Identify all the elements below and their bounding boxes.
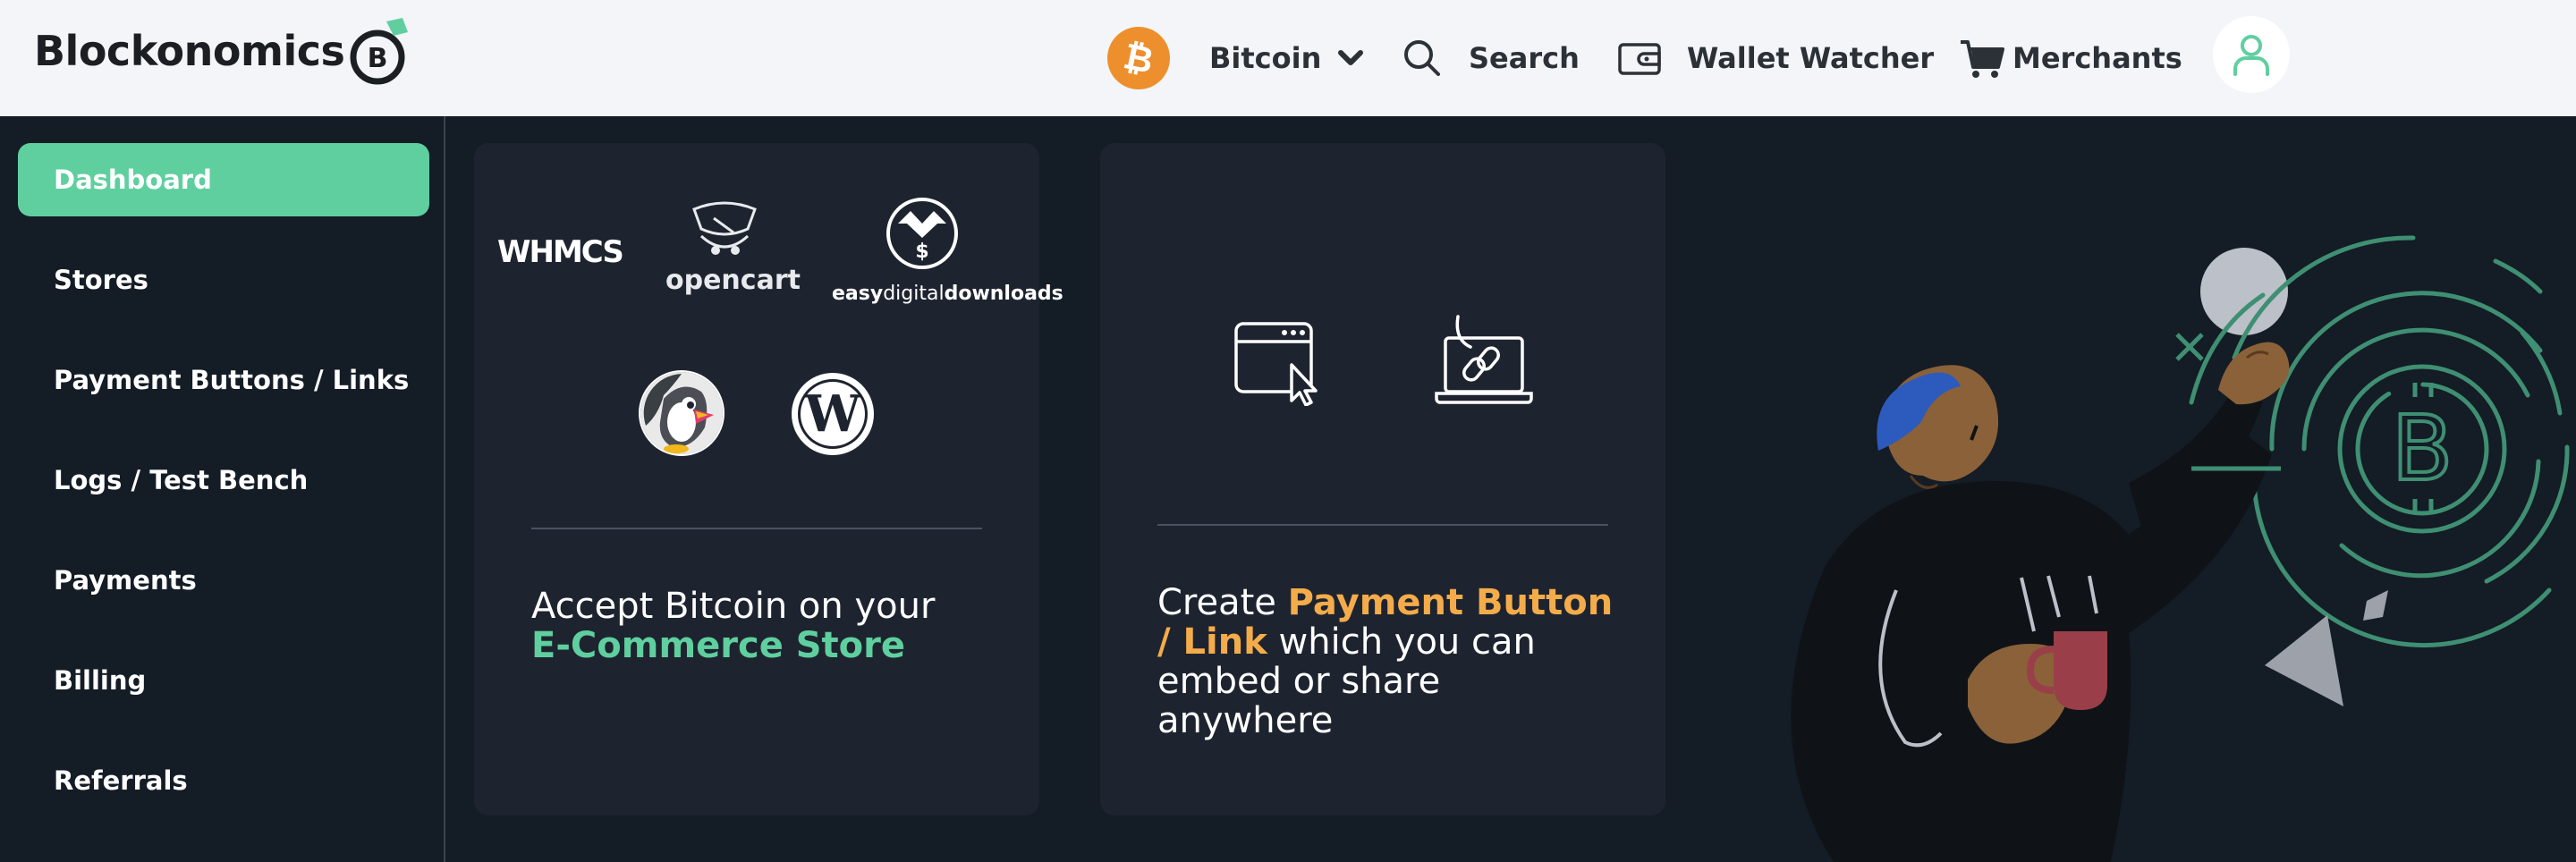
opencart-logo: opencart — [665, 265, 801, 296]
svg-text:₿: ₿ — [1121, 37, 1157, 80]
top-header: Blockonomics B ₿ Bitcoin Search Wallet W… — [0, 0, 2576, 116]
wallet-icon — [1618, 43, 1661, 75]
sidebar-item-payment-buttons[interactable]: Payment Buttons / Links — [18, 343, 429, 417]
easy-digital-downloads-icon: $ — [886, 198, 958, 269]
user-account-button[interactable] — [2213, 16, 2290, 93]
currency-label: Bitcoin — [1209, 41, 1322, 75]
wallet-watcher-nav[interactable]: Wallet Watcher — [1617, 0, 1934, 116]
merchants-nav[interactable]: Merchants — [1959, 0, 2182, 116]
svg-text:B: B — [368, 43, 388, 74]
merchants-label: Merchants — [2012, 41, 2182, 75]
search-nav[interactable]: Search — [1402, 0, 1580, 116]
ecommerce-card-text: Accept Bitcoin on your E-Commerce Store — [531, 586, 936, 666]
whmcs-logo: WHMCS — [497, 234, 624, 270]
laptop-link-icon — [1435, 315, 1533, 404]
svg-text:B: B — [2392, 396, 2453, 501]
svg-text:$: $ — [915, 241, 928, 263]
sidebar-item-payments[interactable]: Payments — [18, 544, 429, 617]
card-divider — [531, 528, 982, 529]
browser-window-pointer-icon — [1234, 322, 1318, 406]
currency-selector[interactable]: ₿ Bitcoin — [1107, 0, 1364, 116]
wordpress-logo-icon: W — [792, 373, 874, 455]
sidebar-item-dashboard[interactable]: Dashboard — [18, 143, 429, 216]
easy-digital-downloads-logo: easydigitaldownloads — [832, 283, 1063, 305]
chevron-down-icon — [1338, 50, 1364, 65]
search-icon — [1404, 40, 1440, 76]
prestashop-logo-icon — [639, 370, 724, 456]
sidebar-item-logs-test-bench[interactable]: Logs / Test Bench — [18, 444, 429, 517]
sidebar-item-stores[interactable]: Stores — [18, 243, 429, 317]
shopping-cart-icon — [1961, 40, 2004, 78]
person-drawing-bitcoin-illustration: B — [1791, 235, 2570, 862]
search-label: Search — [1469, 41, 1580, 75]
card-divider — [1157, 524, 1608, 526]
payment-card-text: Create Payment Button / Link which you c… — [1157, 582, 1614, 741]
bitcoin-coin-icon: ₿ — [1107, 27, 1170, 89]
wallet-watcher-label: Wallet Watcher — [1687, 41, 1935, 75]
sidebar: Dashboard Stores Payment Buttons / Links… — [0, 116, 445, 862]
brand-name[interactable]: Blockonomics — [34, 27, 345, 75]
user-icon — [2233, 35, 2269, 76]
svg-text:W: W — [804, 385, 862, 444]
opencart-cart-icon — [692, 201, 757, 255]
sidebar-item-billing[interactable]: Billing — [18, 644, 429, 717]
blockonomics-logo-icon[interactable]: B — [345, 16, 410, 89]
sidebar-item-referrals[interactable]: Referrals — [18, 744, 429, 817]
